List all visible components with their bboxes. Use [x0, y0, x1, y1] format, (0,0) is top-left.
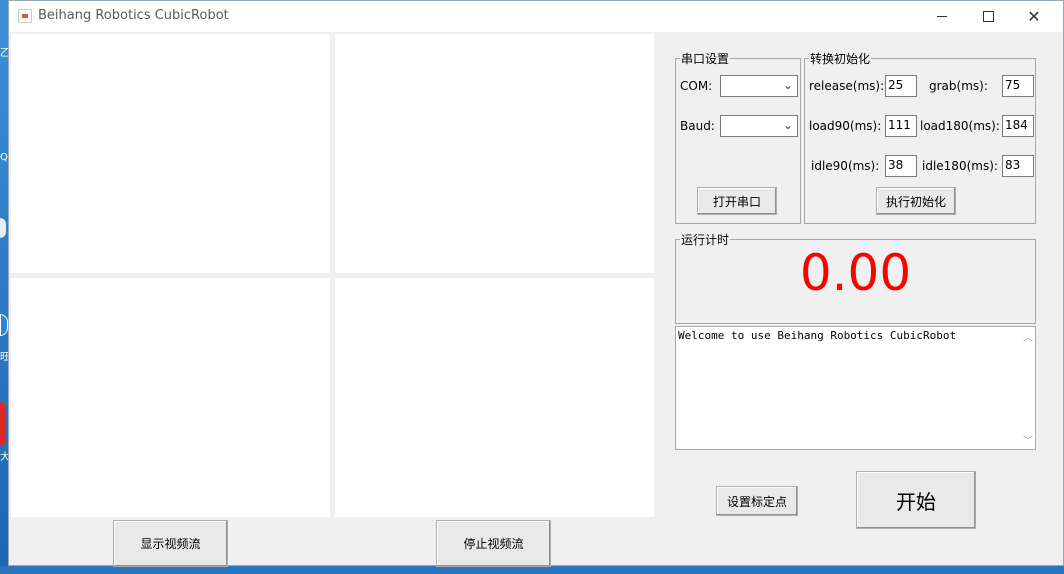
init-group-title: 转换初始化	[810, 52, 871, 66]
scroll-up-icon[interactable]: ︿	[1023, 329, 1033, 344]
minimize-button[interactable]	[919, 1, 965, 32]
minimize-icon	[937, 16, 947, 17]
idle180-input[interactable]: 83	[1002, 155, 1034, 177]
com-label: COM:	[680, 79, 713, 93]
grab-label: grab(ms):	[929, 79, 988, 93]
chevron-down-icon: ⌄	[782, 118, 793, 132]
video-panel-3	[11, 278, 330, 517]
set-calibration-button[interactable]: 设置标定点	[716, 486, 798, 516]
release-label: release(ms):	[809, 79, 885, 93]
maximize-button[interactable]	[965, 1, 1011, 32]
release-input[interactable]: 25	[885, 75, 917, 97]
chevron-down-icon: ⌄	[782, 78, 793, 92]
baud-label: Baud:	[680, 119, 715, 133]
serial-group-title: 串口设置	[681, 52, 730, 66]
load90-input[interactable]: 111	[885, 115, 917, 137]
window-title: Beihang Robotics CubicRobot	[38, 8, 229, 23]
app-icon	[18, 9, 32, 23]
stop-video-button[interactable]: 停止视频流	[436, 520, 551, 567]
open-serial-button[interactable]: 打开串口	[697, 187, 777, 215]
timer-value: 0.00	[799, 244, 912, 302]
grab-input[interactable]: 75	[1002, 75, 1034, 97]
start-button[interactable]: 开始	[856, 471, 976, 529]
log-textarea[interactable]: Welcome to use Beihang Robotics CubicRob…	[675, 326, 1036, 450]
desktop-icon	[0, 314, 8, 336]
desktop-icon-glyph: Q	[0, 152, 8, 163]
maximize-icon	[982, 11, 994, 22]
desktop-icon-glyph: 大	[0, 452, 10, 463]
idle90-input[interactable]: 38	[885, 155, 917, 177]
baud-select[interactable]: ⌄	[720, 115, 798, 137]
close-button[interactable]: ✕	[1011, 1, 1057, 32]
video-panel-1	[11, 34, 330, 273]
execute-init-button[interactable]: 执行初始化	[876, 187, 956, 215]
load90-label: load90(ms):	[809, 119, 882, 133]
scroll-down-icon[interactable]: ﹀	[1023, 432, 1033, 447]
video-panel-4	[335, 278, 654, 517]
idle180-label: idle180(ms):	[922, 159, 998, 173]
com-select[interactable]: ⌄	[720, 75, 798, 97]
idle90-label: idle90(ms):	[811, 159, 880, 173]
desktop-icon-glyph: 乙	[0, 48, 10, 59]
desktop-icon	[0, 402, 6, 446]
app-window: Beihang Robotics CubicRobot ✕ 显示视频流 停止视频…	[8, 0, 1064, 567]
video-panel-2	[335, 34, 654, 273]
log-text: Welcome to use Beihang Robotics CubicRob…	[678, 329, 957, 342]
desktop-icon	[0, 218, 6, 238]
desktop-icon-glyph: 旺	[0, 352, 10, 363]
title-bar[interactable]: Beihang Robotics CubicRobot ✕	[9, 1, 1063, 32]
show-video-button[interactable]: 显示视频流	[113, 520, 228, 567]
taskbar-edge	[0, 566, 1064, 574]
load180-input[interactable]: 184	[1002, 115, 1034, 137]
close-icon: ✕	[1027, 6, 1041, 26]
load180-label: load180(ms):	[920, 119, 1000, 133]
